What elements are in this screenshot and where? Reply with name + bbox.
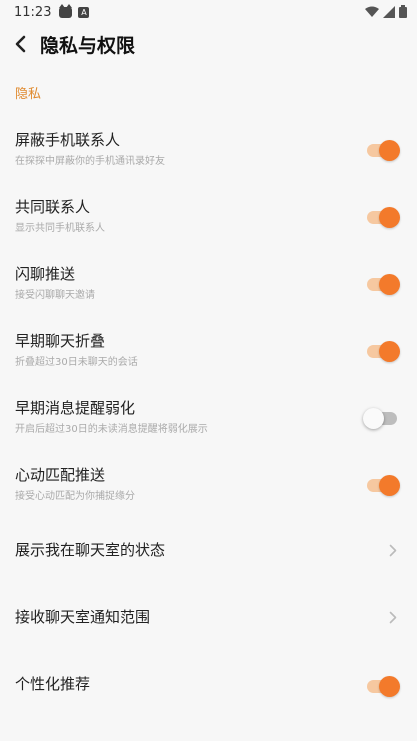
setting-title: 闪聊推送 (15, 265, 76, 283)
setting-subtitle: 显示共同手机联系人 (15, 223, 105, 234)
status-bar: 11:23 A (0, 0, 417, 24)
signal-icon (383, 5, 395, 18)
header: 隐私与权限 (0, 24, 417, 64)
chevron-right-icon (389, 544, 397, 557)
status-time: 11:23 (14, 4, 52, 20)
setting-title: 展示我在聊天室的状态 (15, 541, 166, 559)
setting-title: 心动匹配推送 (15, 466, 106, 484)
setting-row-chatroom-status[interactable]: 展示我在聊天室的状态 (0, 507, 417, 574)
setting-row-personalized-recommendation[interactable]: 个性化推荐 (0, 641, 417, 708)
setting-subtitle: 接受心动匹配为你捕捉缘分 (15, 491, 135, 502)
wifi-icon (365, 6, 379, 17)
setting-subtitle: 在探探中屏蔽你的手机通讯录好友 (15, 156, 165, 167)
setting-subtitle: 接受闪聊聊天邀请 (15, 290, 95, 301)
early-chat-fold-toggle[interactable] (367, 338, 400, 362)
page-title: 隐私与权限 (40, 34, 136, 57)
settings-list: 屏蔽手机联系人 在探探中屏蔽你的手机通讯录好友 共同联系人 显示共同手机联系人 … (0, 105, 417, 708)
block-contacts-toggle[interactable] (367, 137, 400, 161)
setting-subtitle: 开启后超过30日的未读消息提醒将弱化展示 (15, 424, 208, 435)
setting-title: 共同联系人 (15, 198, 91, 216)
setting-title: 早期聊天折叠 (15, 332, 106, 350)
back-arrow-icon (15, 35, 26, 53)
setting-title: 早期消息提醒弱化 (15, 399, 136, 417)
setting-row-block-contacts[interactable]: 屏蔽手机联系人 在探探中屏蔽你的手机通讯录好友 (0, 105, 417, 172)
setting-title: 个性化推荐 (15, 675, 91, 693)
setting-row-flash-chat-push[interactable]: 闪聊推送 接受闪聊聊天邀请 (0, 239, 417, 306)
setting-row-chatroom-notify-scope[interactable]: 接收聊天室通知范围 (0, 574, 417, 641)
setting-row-early-chat-fold[interactable]: 早期聊天折叠 折叠超过30日未聊天的会话 (0, 306, 417, 373)
setting-subtitle: 折叠超过30日未聊天的会话 (15, 357, 138, 368)
setting-row-common-contacts[interactable]: 共同联系人 显示共同手机联系人 (0, 172, 417, 239)
flash-chat-push-toggle[interactable] (367, 271, 400, 295)
setting-title: 屏蔽手机联系人 (15, 131, 121, 149)
personalized-recommendation-toggle[interactable] (367, 673, 400, 697)
a-notification-icon: A (78, 6, 90, 18)
back-button[interactable] (0, 24, 40, 64)
chevron-right-icon (389, 611, 397, 624)
section-label-privacy: 隐私 (15, 87, 42, 102)
setting-row-heart-match-push[interactable]: 心动匹配推送 接受心动匹配为你捕捉缘分 (0, 440, 417, 507)
common-contacts-toggle[interactable] (367, 204, 400, 228)
heart-match-push-toggle[interactable] (367, 472, 400, 496)
battery-icon (399, 5, 407, 18)
setting-title: 接收聊天室通知范围 (15, 608, 151, 626)
early-message-weaken-toggle[interactable] (363, 405, 400, 429)
app-notification-icon (59, 3, 73, 18)
setting-row-early-message-weaken[interactable]: 早期消息提醒弱化 开启后超过30日的未读消息提醒将弱化展示 (0, 373, 417, 440)
